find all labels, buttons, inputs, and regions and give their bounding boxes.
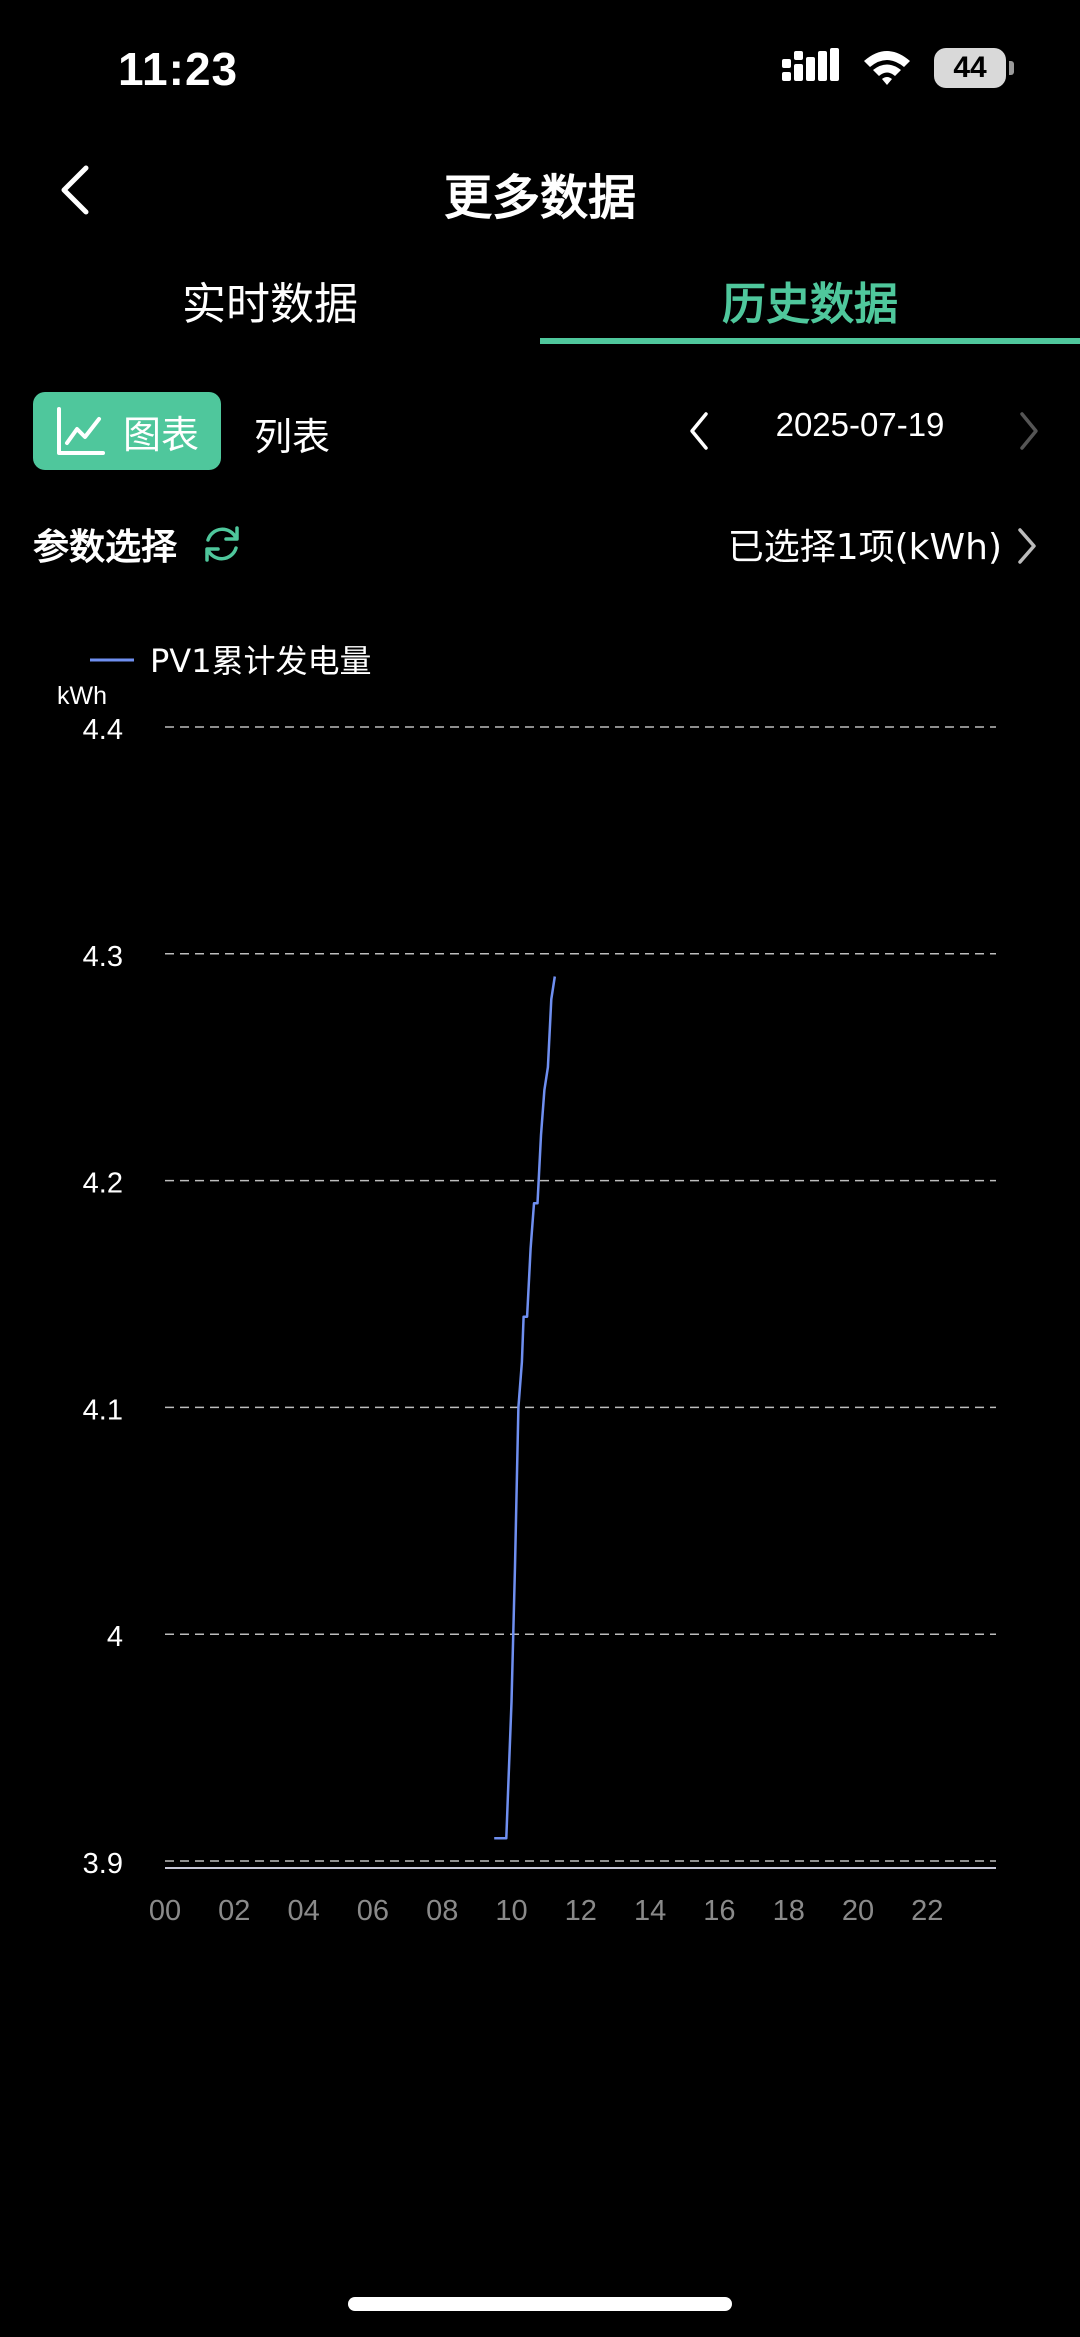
- page-title: 更多数据: [443, 170, 636, 226]
- home-indicator[interactable]: [348, 2297, 732, 2311]
- x-tick-label: 12: [565, 1895, 597, 1927]
- app-screen: 11:23 44 更多数据 实时数据 历史数据 图表 列表 2025-07-19…: [0, 0, 1080, 2337]
- y-axis-ticks: 4.4 4.3 4.2 4.1 4 3.9: [83, 714, 123, 1880]
- x-tick-label: 10: [495, 1895, 527, 1927]
- y-tick-label: 4: [107, 1621, 123, 1653]
- y-tick-label: 4.1: [83, 1394, 123, 1426]
- x-tick-label: 04: [287, 1895, 319, 1927]
- y-tick-label: 4.2: [83, 1168, 123, 1200]
- tab-bar: 实时数据 历史数据: [0, 265, 1080, 345]
- tab-realtime-data[interactable]: 实时数据: [0, 265, 540, 341]
- y-tick-label: 3.9: [83, 1848, 123, 1880]
- history-line-chart: PV1累计发电量 kWh 4.4 4.3 4.2 4.1 4 3.9 00 02 04 06 08…: [57, 642, 996, 1927]
- x-tick-label: 14: [634, 1895, 666, 1927]
- cellular-signal-icon: [782, 48, 839, 81]
- chart-legend: PV1累计发电量: [90, 642, 372, 680]
- tab-history-data[interactable]: 历史数据: [540, 265, 1080, 341]
- selected-date[interactable]: 2025-07-19: [740, 406, 980, 444]
- status-time: 11:23: [118, 43, 239, 95]
- active-tab-indicator: [540, 338, 1080, 344]
- line-chart-icon: [56, 407, 105, 455]
- status-bar: 11:23 44: [0, 0, 1080, 140]
- list-view-button[interactable]: 列表: [254, 406, 330, 461]
- chart-grid: [165, 726, 996, 1862]
- x-tick-label: 06: [357, 1895, 389, 1927]
- view-toolbar: 图表 列表 2025-07-19: [0, 390, 1080, 470]
- refresh-icon[interactable]: [200, 522, 244, 566]
- y-axis-unit-label: kWh: [57, 682, 107, 710]
- x-tick-label: 02: [218, 1895, 250, 1927]
- y-tick-label: 4.3: [83, 941, 123, 973]
- battery-indicator: 44: [934, 48, 1014, 88]
- parameter-label: 参数选择: [33, 527, 178, 568]
- x-axis-ticks: 00 02 04 06 08 10 12 14 16 18 20 22: [149, 1895, 944, 1927]
- x-tick-label: 22: [911, 1895, 943, 1927]
- chart-view-button[interactable]: 图表: [33, 392, 221, 470]
- x-tick-label: 18: [773, 1895, 805, 1927]
- chart-view-label: 图表: [122, 412, 199, 457]
- x-tick-label: 20: [842, 1895, 874, 1927]
- prev-date-chevron-icon[interactable]: [682, 408, 718, 454]
- x-tick-label: 08: [426, 1895, 458, 1927]
- chevron-right-icon[interactable]: [1012, 524, 1042, 568]
- nav-header: 更多数据: [0, 140, 1080, 240]
- x-tick-label: 16: [703, 1895, 735, 1927]
- next-date-chevron-icon[interactable]: [1010, 408, 1046, 454]
- legend-label-pv1: PV1累计发电量: [150, 642, 372, 680]
- status-icons: 44: [782, 48, 1014, 88]
- y-tick-label: 4.4: [83, 714, 123, 746]
- wifi-icon: [864, 51, 910, 85]
- x-tick-label: 00: [149, 1895, 181, 1927]
- selected-parameter-summary[interactable]: 已选择1项(kWh): [728, 518, 1002, 570]
- parameter-selector[interactable]: 参数选择 已选择1项(kWh): [0, 510, 1080, 580]
